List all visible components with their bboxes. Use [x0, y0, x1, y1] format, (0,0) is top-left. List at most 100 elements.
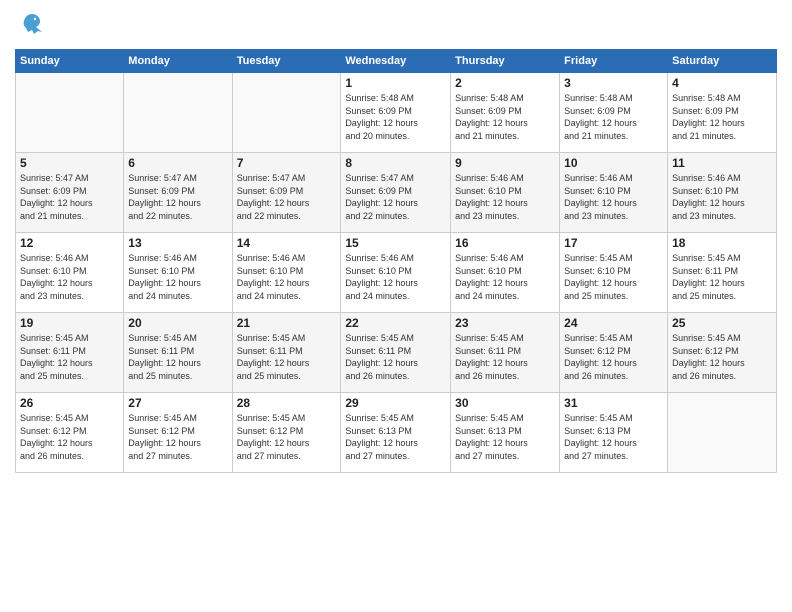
- day-number: 6: [128, 156, 227, 170]
- calendar-cell: 8 Sunrise: 5:47 AM Sunset: 6:09 PM Daylig…: [341, 153, 451, 233]
- weekday-header-tuesday: Tuesday: [232, 50, 341, 73]
- day-info: Sunrise: 5:46 AM Sunset: 6:10 PM Dayligh…: [455, 252, 555, 302]
- day-info: Sunrise: 5:45 AM Sunset: 6:13 PM Dayligh…: [345, 412, 446, 462]
- day-number: 1: [345, 76, 446, 90]
- calendar-cell: 27Sunrise: 5:45 AM Sunset: 6:12 PM Dayli…: [124, 393, 232, 473]
- week-row-2: 5 Sunrise: 5:47 AM Sunset: 6:09 PM Daylig…: [16, 153, 777, 233]
- calendar-cell: 6 Sunrise: 5:47 AM Sunset: 6:09 PM Daylig…: [124, 153, 232, 233]
- day-number: 2: [455, 76, 555, 90]
- calendar-cell: 10Sunrise: 5:46 AM Sunset: 6:10 PM Dayli…: [560, 153, 668, 233]
- day-info: Sunrise: 5:46 AM Sunset: 6:10 PM Dayligh…: [128, 252, 227, 302]
- calendar-cell: 2Sunrise: 5:48 AM Sunset: 6:09 PM Daylig…: [451, 73, 560, 153]
- calendar-cell: 29 Sunrise: 5:45 AM Sunset: 6:13 PM Dayli…: [341, 393, 451, 473]
- day-number: 13: [128, 236, 227, 250]
- calendar-cell: 26 Sunrise: 5:45 AM Sunset: 6:12 PM Dayli…: [16, 393, 124, 473]
- calendar-cell: 5 Sunrise: 5:47 AM Sunset: 6:09 PM Daylig…: [16, 153, 124, 233]
- calendar-cell: 12 Sunrise: 5:46 AM Sunset: 6:10 PM Dayli…: [16, 233, 124, 313]
- calendar-cell: 3 Sunrise: 5:48 AM Sunset: 6:09 PM Daylig…: [560, 73, 668, 153]
- calendar-table: SundayMondayTuesdayWednesdayThursdayFrid…: [15, 49, 777, 473]
- calendar-cell: 24 Sunrise: 5:45 AM Sunset: 6:12 PM Dayli…: [560, 313, 668, 393]
- day-number: 8: [345, 156, 446, 170]
- calendar-cell: 25Sunrise: 5:45 AM Sunset: 6:12 PM Dayli…: [668, 313, 777, 393]
- day-info: Sunrise: 5:46 AM Sunset: 6:10 PM Dayligh…: [345, 252, 446, 302]
- calendar-cell: 1 Sunrise: 5:48 AM Sunset: 6:09 PM Daylig…: [341, 73, 451, 153]
- calendar-cell: 4 Sunrise: 5:48 AM Sunset: 6:09 PM Daylig…: [668, 73, 777, 153]
- calendar-cell: 30 Sunrise: 5:45 AM Sunset: 6:13 PM Dayli…: [451, 393, 560, 473]
- calendar-cell: 11 Sunrise: 5:46 AM Sunset: 6:10 PM Dayli…: [668, 153, 777, 233]
- day-number: 19: [20, 316, 119, 330]
- day-number: 30: [455, 396, 555, 410]
- day-number: 4: [672, 76, 772, 90]
- weekday-header-friday: Friday: [560, 50, 668, 73]
- day-info: Sunrise: 5:45 AM Sunset: 6:13 PM Dayligh…: [564, 412, 663, 462]
- day-number: 10: [564, 156, 663, 170]
- day-number: 12: [20, 236, 119, 250]
- calendar-cell: 28 Sunrise: 5:45 AM Sunset: 6:12 PM Dayli…: [232, 393, 341, 473]
- day-number: 24: [564, 316, 663, 330]
- day-number: 15: [345, 236, 446, 250]
- day-number: 11: [672, 156, 772, 170]
- day-number: 31: [564, 396, 663, 410]
- day-info: Sunrise: 5:46 AM Sunset: 6:10 PM Dayligh…: [20, 252, 119, 302]
- calendar-cell: 13 Sunrise: 5:46 AM Sunset: 6:10 PM Dayli…: [124, 233, 232, 313]
- calendar-cell: 18 Sunrise: 5:45 AM Sunset: 6:11 PM Dayli…: [668, 233, 777, 313]
- logo-bird-icon: [18, 10, 46, 43]
- day-info: Sunrise: 5:47 AM Sunset: 6:09 PM Dayligh…: [237, 172, 337, 222]
- calendar-cell: 16 Sunrise: 5:46 AM Sunset: 6:10 PM Dayli…: [451, 233, 560, 313]
- day-number: 7: [237, 156, 337, 170]
- weekday-header-thursday: Thursday: [451, 50, 560, 73]
- day-number: 5: [20, 156, 119, 170]
- day-info: Sunrise: 5:48 AM Sunset: 6:09 PM Dayligh…: [564, 92, 663, 142]
- day-number: 16: [455, 236, 555, 250]
- calendar-cell: 15 Sunrise: 5:46 AM Sunset: 6:10 PM Dayli…: [341, 233, 451, 313]
- day-info: Sunrise: 5:45 AM Sunset: 6:10 PM Dayligh…: [564, 252, 663, 302]
- day-number: 22: [345, 316, 446, 330]
- day-info: Sunrise: 5:45 AM Sunset: 6:12 PM Dayligh…: [20, 412, 119, 462]
- day-info: Sunrise: 5:45 AM Sunset: 6:11 PM Dayligh…: [672, 252, 772, 302]
- day-info: Sunrise: 5:45 AM Sunset: 6:11 PM Dayligh…: [455, 332, 555, 382]
- calendar-cell: [668, 393, 777, 473]
- day-info: Sunrise: 5:45 AM Sunset: 6:11 PM Dayligh…: [237, 332, 337, 382]
- day-number: 20: [128, 316, 227, 330]
- weekday-header-wednesday: Wednesday: [341, 50, 451, 73]
- day-info: Sunrise: 5:47 AM Sunset: 6:09 PM Dayligh…: [20, 172, 119, 222]
- day-number: 9: [455, 156, 555, 170]
- day-number: 29: [345, 396, 446, 410]
- day-info: Sunrise: 5:45 AM Sunset: 6:11 PM Dayligh…: [20, 332, 119, 382]
- day-info: Sunrise: 5:45 AM Sunset: 6:11 PM Dayligh…: [128, 332, 227, 382]
- calendar-cell: 9 Sunrise: 5:46 AM Sunset: 6:10 PM Daylig…: [451, 153, 560, 233]
- day-info: Sunrise: 5:46 AM Sunset: 6:10 PM Dayligh…: [237, 252, 337, 302]
- day-info: Sunrise: 5:45 AM Sunset: 6:13 PM Dayligh…: [455, 412, 555, 462]
- week-row-3: 12 Sunrise: 5:46 AM Sunset: 6:10 PM Dayli…: [16, 233, 777, 313]
- weekday-header-saturday: Saturday: [668, 50, 777, 73]
- day-number: 17: [564, 236, 663, 250]
- weekday-header-sunday: Sunday: [16, 50, 124, 73]
- day-number: 18: [672, 236, 772, 250]
- day-info: Sunrise: 5:45 AM Sunset: 6:12 PM Dayligh…: [564, 332, 663, 382]
- calendar-cell: 23 Sunrise: 5:45 AM Sunset: 6:11 PM Dayli…: [451, 313, 560, 393]
- day-info: Sunrise: 5:47 AM Sunset: 6:09 PM Dayligh…: [345, 172, 446, 222]
- day-info: Sunrise: 5:47 AM Sunset: 6:09 PM Dayligh…: [128, 172, 227, 222]
- day-info: Sunrise: 5:48 AM Sunset: 6:09 PM Dayligh…: [672, 92, 772, 142]
- week-row-1: 1 Sunrise: 5:48 AM Sunset: 6:09 PM Daylig…: [16, 73, 777, 153]
- day-number: 26: [20, 396, 119, 410]
- day-info: Sunrise: 5:45 AM Sunset: 6:11 PM Dayligh…: [345, 332, 446, 382]
- header: [15, 10, 777, 43]
- week-row-5: 26 Sunrise: 5:45 AM Sunset: 6:12 PM Dayli…: [16, 393, 777, 473]
- logo: [15, 10, 46, 43]
- day-number: 28: [237, 396, 337, 410]
- calendar-cell: [232, 73, 341, 153]
- weekday-header-row: SundayMondayTuesdayWednesdayThursdayFrid…: [16, 50, 777, 73]
- day-number: 3: [564, 76, 663, 90]
- calendar-cell: 20 Sunrise: 5:45 AM Sunset: 6:11 PM Dayli…: [124, 313, 232, 393]
- day-info: Sunrise: 5:46 AM Sunset: 6:10 PM Dayligh…: [672, 172, 772, 222]
- calendar-cell: [16, 73, 124, 153]
- day-number: 25: [672, 316, 772, 330]
- day-info: Sunrise: 5:46 AM Sunset: 6:10 PM Dayligh…: [455, 172, 555, 222]
- day-info: Sunrise: 5:45 AM Sunset: 6:12 PM Dayligh…: [237, 412, 337, 462]
- day-info: Sunrise: 5:48 AM Sunset: 6:09 PM Dayligh…: [345, 92, 446, 142]
- calendar-cell: 21Sunrise: 5:45 AM Sunset: 6:11 PM Dayli…: [232, 313, 341, 393]
- day-info: Sunrise: 5:45 AM Sunset: 6:12 PM Dayligh…: [128, 412, 227, 462]
- day-number: 23: [455, 316, 555, 330]
- calendar-cell: 14Sunrise: 5:46 AM Sunset: 6:10 PM Dayli…: [232, 233, 341, 313]
